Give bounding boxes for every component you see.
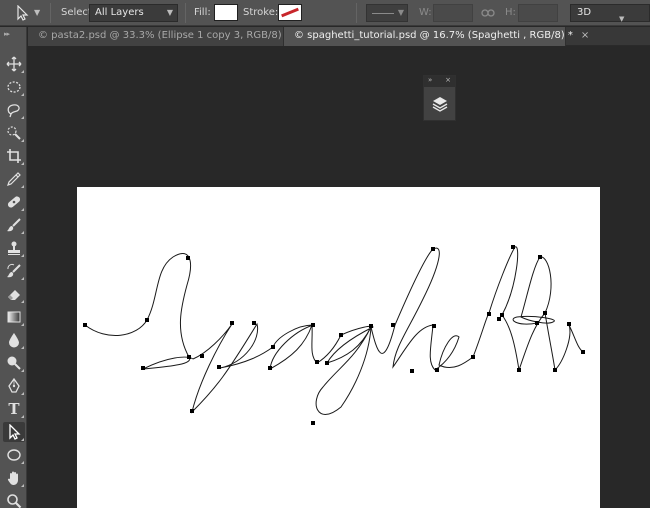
divider — [185, 3, 186, 23]
type-icon: T — [8, 400, 20, 418]
magnifier-icon — [7, 494, 22, 508]
eyedropper-tool[interactable] — [3, 169, 25, 189]
layers-icon — [432, 97, 448, 112]
document-canvas[interactable] — [77, 187, 600, 508]
elliptical-marquee-tool[interactable] — [3, 77, 25, 97]
ellipse-tool[interactable] — [3, 445, 25, 465]
height-label: H: — [505, 7, 516, 18]
eyedropper-icon — [7, 172, 21, 186]
stamp-icon — [8, 241, 20, 255]
healing-brush-tool[interactable] — [3, 192, 25, 212]
tools-panel: ▸▸ T — [0, 27, 27, 508]
eraser-tool[interactable] — [3, 284, 25, 304]
tab-label: © spaghetti_tutorial.psd @ 16.7% (Spaghe… — [294, 30, 573, 41]
close-icon[interactable]: × — [445, 76, 451, 84]
chevron-down-icon: ▼ — [397, 8, 404, 17]
height-input[interactable] — [518, 4, 558, 22]
clone-stamp-tool[interactable] — [3, 238, 25, 258]
quick-selection-icon — [7, 126, 21, 140]
workspace-label: 3D — [577, 7, 592, 18]
lasso-tool[interactable] — [3, 100, 25, 120]
stroke-label: Stroke: — [243, 7, 279, 18]
select-layers-dropdown[interactable]: All Layers ▼ — [89, 4, 178, 22]
link-icon[interactable] — [481, 7, 495, 19]
panel-header: » × — [424, 76, 455, 87]
divider — [356, 3, 357, 23]
stroke-color-swatch[interactable] — [278, 4, 302, 21]
lasso-icon — [7, 104, 20, 118]
zoom-tool[interactable] — [3, 491, 25, 508]
workspace-switcher[interactable]: 3D ▼ — [570, 4, 650, 23]
tab-label: © pasta2.psd @ 33.3% (Ellipse 1 copy 3, … — [38, 30, 290, 41]
blur-tool[interactable] — [3, 330, 25, 350]
panel-grip-icon[interactable]: ▸▸ — [4, 30, 10, 38]
anchor-points — [83, 245, 585, 425]
water-drop-icon — [9, 333, 19, 348]
dodge-tool[interactable] — [3, 353, 25, 373]
pen-tool[interactable] — [3, 376, 25, 396]
chevron-down-icon: ▼ — [619, 15, 625, 23]
width-label: W: — [419, 7, 432, 18]
move-icon — [6, 56, 22, 72]
move-tool[interactable] — [3, 54, 25, 74]
options-bar: ▼ Select: All Layers ▼ Fill: Stroke: ▼ W… — [0, 0, 650, 26]
expand-panels-icon[interactable]: » — [428, 76, 432, 84]
dodge-icon — [7, 356, 21, 370]
fill-color-swatch[interactable] — [214, 4, 238, 21]
chevron-down-icon: ▼ — [166, 8, 173, 17]
width-input[interactable] — [433, 4, 473, 22]
document-tab-bar: © pasta2.psd @ 33.3% (Ellipse 1 copy 3, … — [28, 27, 650, 46]
crop-icon — [7, 149, 21, 163]
tab-pasta2[interactable]: © pasta2.psd @ 33.3% (Ellipse 1 copy 3, … — [28, 27, 306, 46]
fill-label: Fill: — [194, 7, 211, 18]
gradient-tool[interactable] — [3, 307, 25, 327]
stroke-type-dropdown[interactable]: ▼ — [366, 4, 408, 22]
crop-tool[interactable] — [3, 146, 25, 166]
type-tool[interactable]: T — [3, 399, 25, 419]
elliptical-marquee-icon — [7, 81, 21, 93]
stroke-line-preview — [372, 13, 394, 14]
close-icon[interactable]: × — [581, 30, 589, 41]
pen-nib-icon — [8, 378, 20, 393]
history-brush-tool[interactable] — [3, 261, 25, 281]
hand-icon — [7, 471, 18, 485]
chevron-down-icon[interactable]: ▼ — [34, 8, 40, 17]
no-stroke-slash-icon — [281, 7, 299, 18]
path-selection-arrow-icon — [17, 4, 29, 21]
ellipse-shape-icon — [7, 449, 21, 461]
tab-spaghetti-tutorial[interactable]: © spaghetti_tutorial.psd @ 16.7% (Spaghe… — [284, 27, 589, 46]
history-brush-icon — [7, 263, 21, 278]
hand-tool[interactable] — [3, 468, 25, 488]
bandage-icon — [7, 196, 21, 208]
quick-selection-tool[interactable] — [3, 123, 25, 143]
brush-tool[interactable] — [3, 215, 25, 235]
eraser-icon — [8, 290, 20, 300]
tool-preset-picker[interactable] — [14, 4, 30, 21]
layers-panel-button[interactable] — [429, 93, 451, 115]
gradient-icon — [7, 311, 21, 323]
divider — [50, 3, 51, 23]
collapsed-layers-panel: » × — [423, 75, 456, 121]
brush-icon — [7, 218, 21, 232]
path-selection-tool[interactable] — [3, 422, 25, 442]
spaghetti-path-artwork — [83, 245, 585, 425]
direct-selection-arrow-icon — [9, 424, 21, 440]
select-layers-value: All Layers — [95, 7, 144, 18]
